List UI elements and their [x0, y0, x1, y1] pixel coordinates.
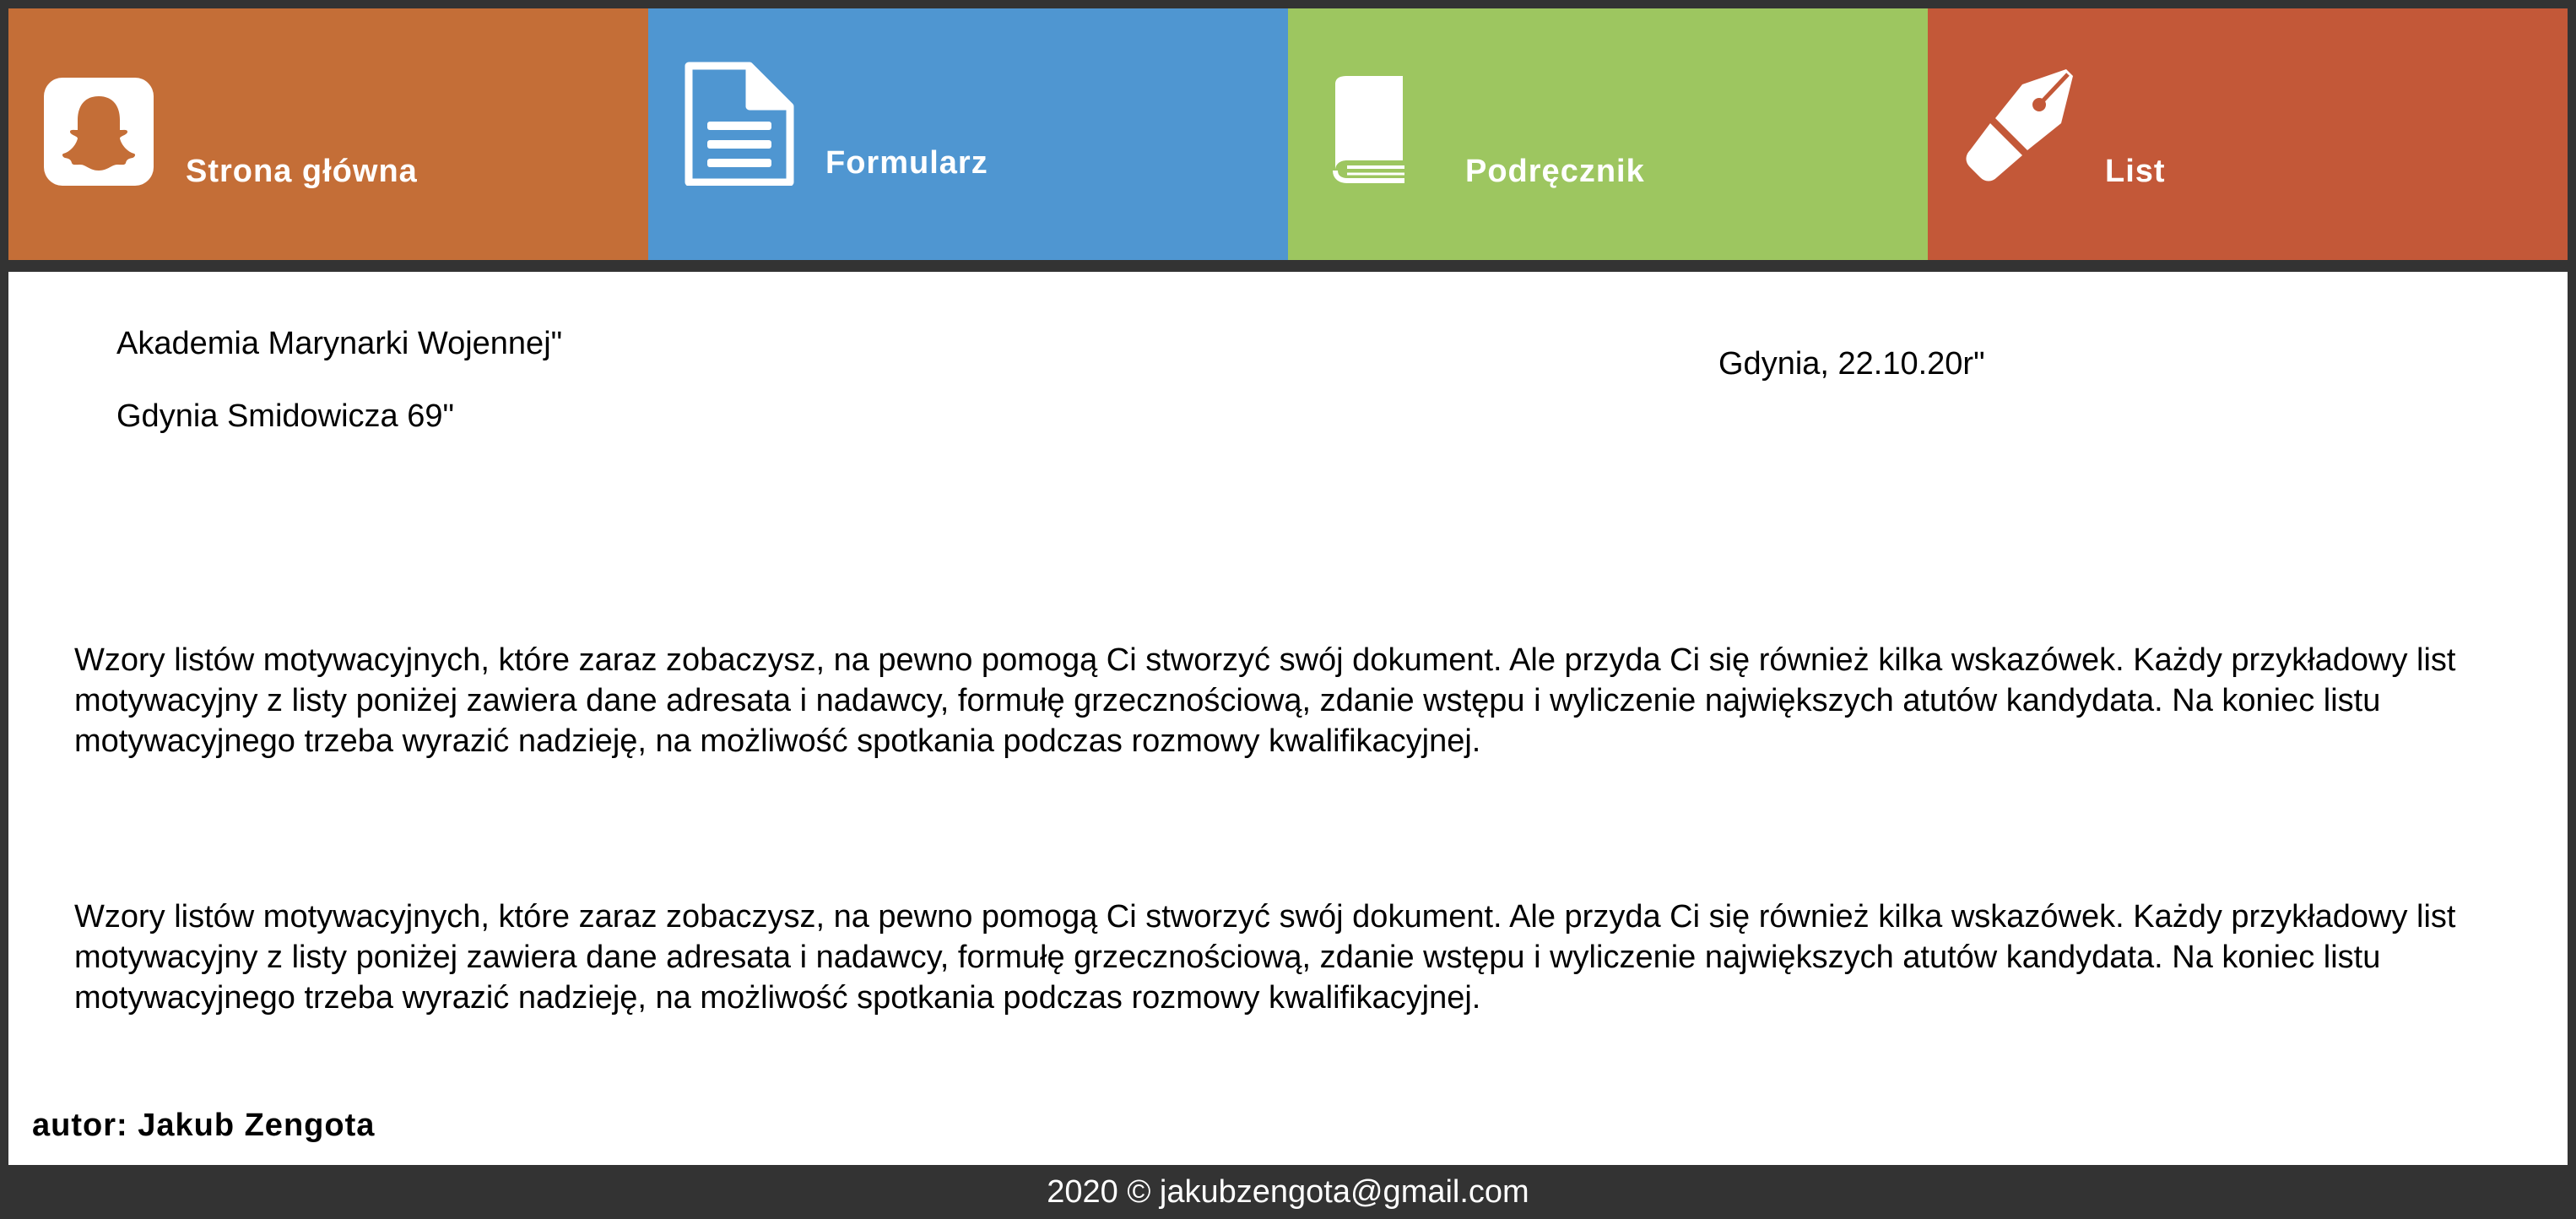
- nav-tile-handbook[interactable]: Podręcznik: [1288, 8, 1928, 260]
- nav-tile-letter[interactable]: List: [1928, 8, 2568, 260]
- author-credit: autor: Jakub Zengota: [32, 1108, 376, 1143]
- nav-tile-form[interactable]: Formularz: [648, 8, 1288, 260]
- recipient-line-1: Akademia Marynarki Wojennej": [116, 326, 563, 361]
- nav-label-home: Strona główna: [186, 154, 418, 189]
- snapchat-icon: [44, 78, 154, 186]
- book-icon: [1333, 76, 1404, 183]
- pen-nib-icon: [1966, 69, 2073, 181]
- main-nav: Strona główna Formularz Podręcznik List: [8, 8, 2568, 260]
- letter-date: Gdynia, 22.10.20r": [1718, 346, 1985, 382]
- footer-text: 2020 © jakubzengota@gmail.com: [1047, 1174, 1529, 1210]
- page: Strona główna Formularz Podręcznik List …: [0, 0, 2576, 1219]
- nav-tile-home[interactable]: Strona główna: [8, 8, 648, 260]
- letter-paragraph-2: Wzory listów motywacyjnych, które zaraz …: [74, 899, 2456, 1016]
- nav-label-form: Formularz: [825, 145, 988, 181]
- footer: 2020 © jakubzengota@gmail.com: [0, 1165, 2576, 1219]
- nav-label-letter: List: [2105, 154, 2166, 189]
- letter-paragraph-1: Wzory listów motywacyjnych, które zaraz …: [74, 642, 2456, 759]
- nav-label-handbook: Podręcznik: [1465, 154, 1645, 189]
- recipient-line-2: Gdynia Smidowicza 69": [116, 398, 455, 434]
- document-icon: [685, 62, 794, 186]
- letter-content: Akademia Marynarki Wojennej" Gdynia Smid…: [8, 272, 2568, 1165]
